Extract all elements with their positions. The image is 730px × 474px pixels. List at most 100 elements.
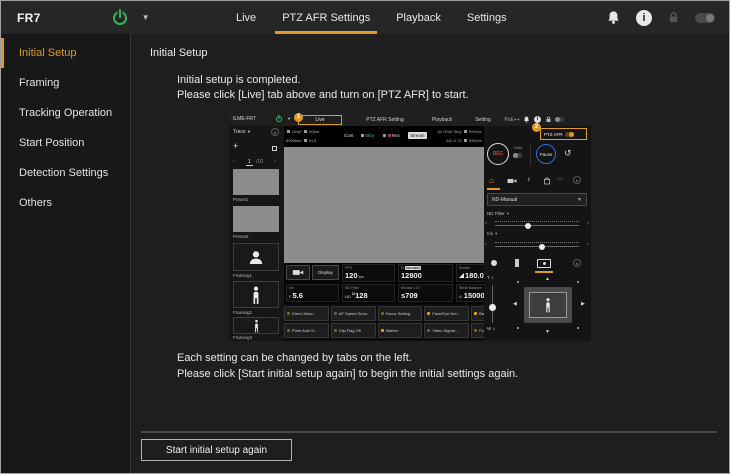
start-initial-setup-again-button[interactable]: Start initial setup again (141, 439, 292, 461)
base-iso-badge: ISO12800 (405, 266, 421, 270)
mini-trace-dropdown: Trace ▼ (233, 129, 251, 135)
mini-lock-toggle (555, 117, 564, 122)
mini-tab-playback: Playback (421, 113, 463, 126)
clip-icon (507, 178, 517, 184)
person-half-icon (251, 286, 261, 304)
mini-power-icon (276, 116, 282, 122)
framing-mode-underline (535, 271, 553, 273)
sidebar-item-start-position[interactable]: Start Position (1, 128, 130, 158)
mini-framing1-label: Framing1 (233, 273, 252, 278)
mini-camera-button (286, 265, 310, 280)
fn-marker: Marker (378, 323, 423, 338)
iris-mode-icon (515, 259, 519, 267)
page-title: Initial Setup (150, 47, 207, 59)
rec-dot-icon (388, 134, 391, 137)
slot-b-icon (383, 134, 386, 137)
framing-rect (529, 292, 567, 318)
bell-icon[interactable] (606, 10, 621, 25)
slider-track (495, 246, 579, 247)
sidebar-item-tracking-operation[interactable]: Tracking Operation (1, 98, 130, 128)
fn-focus-setting: Focus Setting (378, 306, 423, 321)
assign-box-icon (543, 177, 551, 185)
divider (530, 144, 531, 166)
mini-hold-label: Hold (514, 145, 522, 150)
pad-dot (517, 327, 519, 329)
mini-framing3-label: Framing3 (233, 335, 252, 340)
mini-bell-icon (523, 116, 530, 123)
lock-icon (667, 11, 680, 24)
mini-nd-filter-label: ND Filter ▼ (487, 211, 510, 216)
sidebar-item-initial-setup[interactable]: Initial Setup (1, 38, 130, 68)
stream-badge: Stream (408, 132, 427, 139)
monitor-lut-cell: Monitor LUT s709 (398, 284, 453, 302)
mini-pause-button: Pause (536, 144, 556, 164)
mini-status-bar: Only* 000m 8000mm x1.5 Cont Stby Rec Str… (284, 126, 484, 147)
mini-camera-params: Display FPS 120fps EI ISO12800 12800 Shu… (284, 263, 516, 304)
camera-icon (292, 269, 304, 276)
mini-tab-live-highlighted: Live (298, 115, 342, 125)
panel-collapse-icon: ∧ (573, 176, 581, 184)
ei-cell: EI ISO12800 12800 (398, 264, 453, 282)
mini-iris-label: Iris ▼ (487, 231, 498, 236)
mini-framing3-thumbnail (233, 317, 279, 334)
sidebar-item-detection-settings[interactable]: Detection Settings (1, 158, 130, 188)
intro-text: Initial setup is completed. Please click… (177, 73, 469, 103)
person-full-icon (253, 319, 260, 333)
lock-toggle[interactable] (695, 13, 715, 23)
sidebar-item-framing[interactable]: Framing (1, 68, 130, 98)
mini-lock-icon (545, 116, 552, 123)
shutter-angle-icon (459, 273, 464, 278)
media-icon (464, 139, 467, 142)
tab-ptz-afr-settings[interactable]: PTZ AFR Settings (269, 1, 383, 34)
pad-center (524, 287, 572, 323)
person-bust-icon (247, 250, 265, 264)
outro-text: Each setting can be changed by tabs on t… (177, 350, 518, 382)
power-icon[interactable] (113, 11, 127, 25)
sidebar-item-others[interactable]: Others (1, 188, 130, 218)
tab-live[interactable]: Live (223, 1, 269, 34)
chevron-down-icon: ▼ (577, 197, 582, 203)
mini-camera-viewport (284, 147, 484, 263)
fn-direct-menu: Direct Menu (284, 306, 329, 321)
slider-thumb (539, 244, 545, 250)
mini-framing2-thumbnail (233, 281, 279, 308)
info-icon[interactable]: i (636, 10, 652, 26)
pad-down-icon: ▼ (545, 329, 550, 335)
focus-mode-icon (491, 260, 497, 266)
fn-push-auto-nd: Push Auto N... (284, 323, 329, 338)
chevron-down-icon[interactable]: ▼ (142, 13, 150, 22)
mini-pager-prev-icon: ‹ (233, 158, 235, 164)
mini-rec-button: REC (487, 143, 509, 165)
mini-chevron-down-icon: ▼ (287, 116, 291, 121)
slider-track (495, 225, 579, 226)
mini-stop-icon (272, 146, 277, 151)
status-dot (287, 312, 290, 315)
mini-pager-next-icon: › (274, 158, 276, 164)
slot-b-status: Rec (382, 133, 400, 138)
status-dot (427, 329, 430, 332)
divider (141, 431, 717, 433)
slider-ticks (495, 242, 579, 243)
mini-preset1-label: Preset1 (233, 197, 249, 202)
pad-dot (577, 281, 579, 283)
gear-icon (304, 139, 307, 142)
slider-ticks (495, 221, 579, 222)
top-bar: FR7 ▼ Live PTZ AFR Settings Playback Set… (1, 1, 729, 34)
pad-dot (577, 327, 579, 329)
status-dot (427, 312, 430, 315)
audio-note-icon: ♪ (527, 176, 531, 183)
tab-settings[interactable]: Settings (454, 1, 520, 34)
home-icon: ⌂ (489, 176, 494, 185)
zoom-slider-thumb (489, 304, 496, 311)
mini-iris-slider: ‹ › (485, 241, 589, 251)
slider-right-icon: › (587, 221, 589, 227)
person-target-icon (544, 297, 552, 313)
slider-thumb (525, 223, 531, 229)
nd-filter-cell: ND Filter ND1/128 (342, 284, 395, 302)
sidebar: Initial Setup Framing Tracking Operation… (1, 34, 131, 473)
status-dot (474, 312, 477, 315)
tab-playback[interactable]: Playback (383, 1, 454, 34)
cont-indicator: Cont (344, 133, 354, 138)
card-icon (287, 130, 290, 133)
main-tabs: Live PTZ AFR Settings Playback Settings (223, 1, 520, 34)
